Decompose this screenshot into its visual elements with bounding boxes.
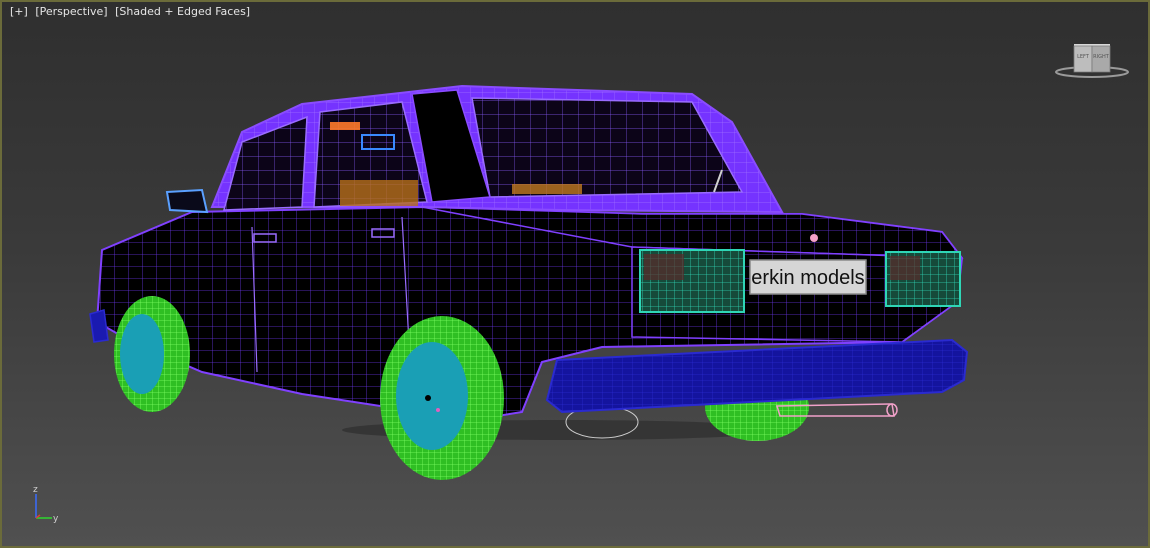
interior-rear-seat [512, 184, 582, 194]
license-plate-text: erkin models [751, 267, 864, 289]
trunk-lock [810, 234, 818, 242]
perspective-viewport[interactable]: erkin models [+] [Perspective] [Shaded +… [0, 0, 1150, 548]
axis-z-label: z [33, 485, 38, 495]
viewport-menu-button[interactable]: [+] [10, 5, 28, 18]
side-mirror [165, 188, 209, 214]
interior-shelf [330, 122, 360, 130]
axis-y-label: y [53, 514, 59, 524]
interior-seat [340, 180, 418, 206]
viewport-shading-button[interactable]: [Shaded + Edged Faces] [115, 5, 250, 18]
front-left-wheel [114, 296, 190, 412]
rear-left-wheel [380, 316, 504, 480]
license-plate: erkin models [749, 259, 867, 295]
viewcube[interactable]: LEFT RIGHT [1054, 38, 1132, 80]
axis-tripod: z y [33, 485, 59, 524]
car-wireframe-scene[interactable]: erkin models [2, 2, 1150, 548]
taillight-left-red [644, 254, 684, 280]
front-bumper [89, 309, 109, 343]
viewport-label: [+] [Perspective] [Shaded + Edged Faces] [10, 5, 254, 18]
viewport-view-button[interactable]: [Perspective] [35, 5, 107, 18]
viewcube-right-label: RIGHT [1093, 54, 1110, 60]
rear-bumper [545, 338, 969, 414]
taillight-right-red [890, 256, 920, 280]
viewcube-left-label: LEFT [1077, 54, 1090, 60]
